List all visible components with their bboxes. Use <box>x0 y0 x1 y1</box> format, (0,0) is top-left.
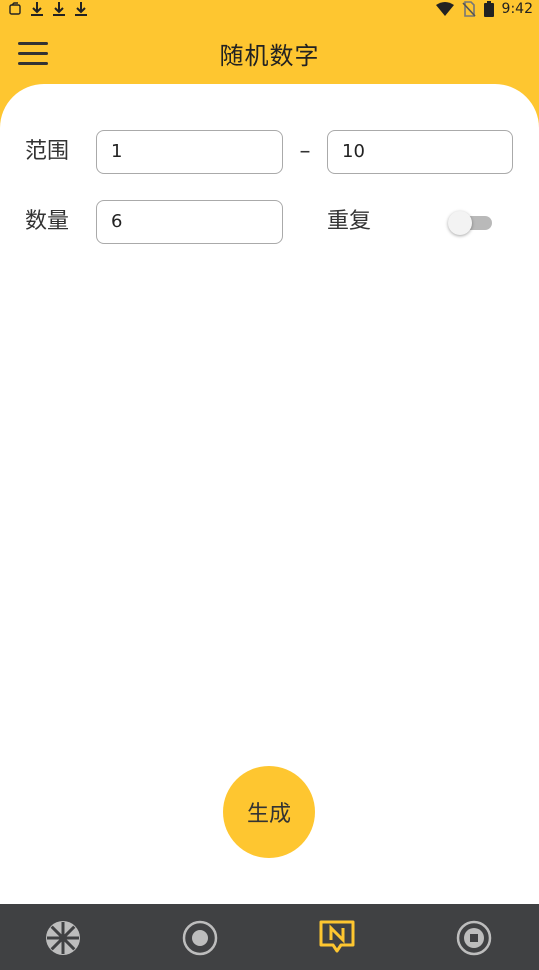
range-min-input[interactable]: 1 <box>96 130 283 174</box>
bottom-nav <box>0 904 539 970</box>
download-icon <box>53 2 65 16</box>
nav-coin[interactable] <box>454 918 494 958</box>
status-bar: 9:42 <box>0 0 539 22</box>
no-sim-icon <box>461 1 476 17</box>
count-row: 数量 6 重复 <box>0 199 539 245</box>
wifi-icon <box>435 2 454 16</box>
status-time: 9:42 <box>501 1 533 17</box>
repeat-toggle[interactable] <box>446 208 496 236</box>
battery-icon <box>483 1 494 17</box>
repeat-label: 重复 <box>327 209 372 234</box>
download-icon <box>75 2 87 16</box>
coin-icon <box>456 920 492 956</box>
range-label: 范围 <box>25 139 70 164</box>
range-separator: – <box>299 139 311 164</box>
toggle-knob <box>448 211 472 235</box>
notification-icon <box>9 2 21 15</box>
app-bar: 随机数字 <box>0 22 539 84</box>
count-input[interactable]: 6 <box>96 200 283 244</box>
count-label: 数量 <box>25 209 70 234</box>
nav-number[interactable] <box>317 918 357 958</box>
download-icon <box>31 2 43 16</box>
dice-icon <box>182 920 218 956</box>
nav-wheel[interactable] <box>43 918 83 958</box>
nav-dice[interactable] <box>180 918 220 958</box>
wheel-icon <box>46 921 80 955</box>
range-max-input[interactable]: 10 <box>327 130 513 174</box>
number-n-icon <box>319 920 355 953</box>
generate-button[interactable]: 生成 <box>223 766 315 858</box>
page-title: 随机数字 <box>219 42 320 70</box>
range-row: 范围 1 – 10 <box>0 129 539 175</box>
